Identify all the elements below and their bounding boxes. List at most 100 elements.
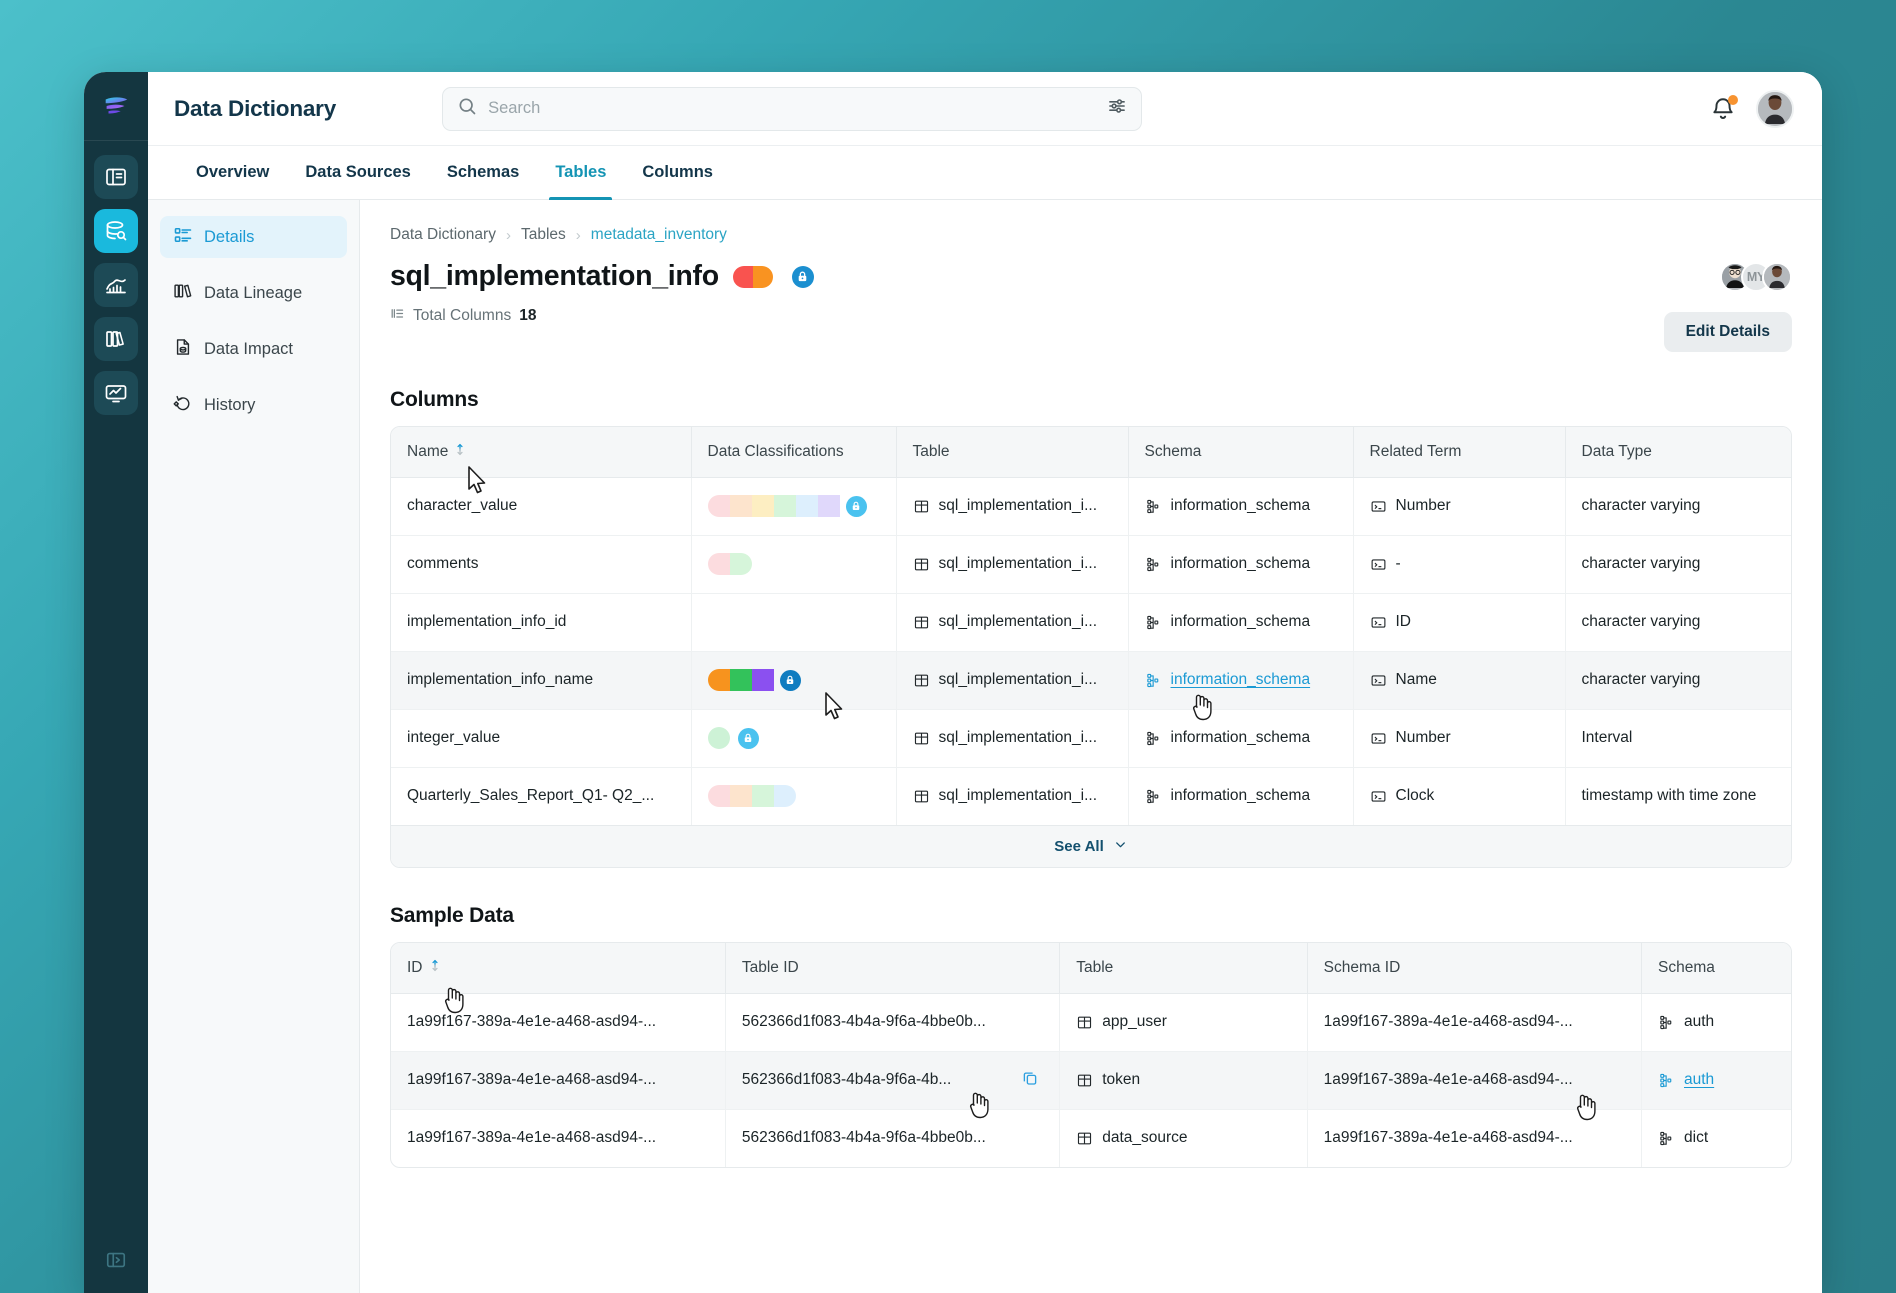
table-row[interactable]: 1a99f167-389a-4e1e-a468-asd94-... 562366… <box>391 1109 1791 1167</box>
cell-schema[interactable]: auth <box>1641 1051 1791 1110</box>
cell-text: information_schema <box>1170 497 1311 514</box>
table-icon <box>914 732 928 744</box>
cell-table: token <box>1059 1051 1308 1110</box>
schema-icon <box>1146 789 1158 803</box>
classification-chip <box>729 785 752 808</box>
column-header-table[interactable]: Table <box>1059 943 1308 994</box>
table-row[interactable]: comments sql_implementation_i... informa… <box>391 535 1791 594</box>
brand-logo-icon <box>96 86 136 126</box>
sample-data-section-title: Sample Data <box>390 904 514 927</box>
classification-chip <box>707 727 730 749</box>
cell-text: Name <box>1395 671 1437 688</box>
column-header-data-type[interactable]: Data Type <box>1565 427 1791 478</box>
column-header-schema-id[interactable]: Schema ID <box>1307 943 1643 994</box>
search-input[interactable] <box>488 99 1097 118</box>
classification-chip <box>795 495 818 517</box>
lock-icon[interactable] <box>791 265 814 288</box>
classification-chip <box>773 495 796 517</box>
tab-columns[interactable]: Columns <box>624 146 731 199</box>
breadcrumb-separator: › <box>575 226 581 244</box>
cell-data-classifications[interactable] <box>691 535 897 594</box>
column-header-id[interactable]: ID <box>391 943 726 994</box>
cell-data-classifications[interactable] <box>691 593 897 652</box>
breadcrumb: Data Dictionary › Tables › metadata_inve… <box>390 226 1792 244</box>
chevron-down-icon <box>1113 837 1128 856</box>
sample-data-table: ID Table ID Table Schema ID Schema 1a99f… <box>390 942 1792 1168</box>
table-row[interactable]: Quarterly_Sales_Report_Q1- Q2_... sql_im… <box>391 767 1791 825</box>
tab-data-sources[interactable]: Data Sources <box>287 146 428 199</box>
cell-related-term: ID <box>1353 593 1566 652</box>
cell-table: sql_implementation_i... <box>896 593 1129 652</box>
schema-icon <box>1146 557 1158 571</box>
search-bar[interactable] <box>442 86 1143 131</box>
breadcrumb-item-root[interactable]: Data Dictionary <box>390 226 496 244</box>
panel-expand-icon[interactable] <box>101 1245 131 1275</box>
cell-data-classifications[interactable] <box>691 651 897 710</box>
column-header-schema[interactable]: Schema <box>1641 943 1791 994</box>
cell-data-classifications[interactable] <box>691 767 897 825</box>
table-icon <box>914 500 928 512</box>
classification-chip <box>773 785 796 808</box>
filter-sliders-icon[interactable] <box>1107 96 1127 121</box>
table-icon <box>914 674 928 686</box>
see-all-button[interactable]: See All <box>391 825 1791 867</box>
cell-data-classifications[interactable] <box>691 477 897 536</box>
classification-pill-group[interactable] <box>732 265 773 288</box>
sidebar-item-data-lineage[interactable]: Data Lineage <box>160 272 347 314</box>
column-header-table[interactable]: Table <box>896 427 1129 478</box>
cell-schema: auth <box>1641 993 1791 1052</box>
sidebar-item-library[interactable] <box>94 317 138 361</box>
schema-icon <box>1146 673 1158 687</box>
table-row[interactable]: 1a99f167-389a-4e1e-a468-asd94-... 562366… <box>391 993 1791 1052</box>
table-row[interactable]: implementation_info_name sql_implementat… <box>391 651 1791 710</box>
cell-schema[interactable]: information_schema <box>1128 651 1354 710</box>
collaborator-avatar-3[interactable] <box>1762 262 1792 292</box>
lock-icon <box>845 495 867 517</box>
column-header-table-id[interactable]: Table ID <box>725 943 1061 994</box>
cell-schema-id: 1a99f167-389a-4e1e-a468-asd94-... <box>1307 1109 1643 1167</box>
cell-text: data_source <box>1102 1129 1188 1147</box>
column-header-related-term[interactable]: Related Term <box>1353 427 1566 478</box>
cell-table: sql_implementation_i... <box>896 535 1129 594</box>
tab-schemas[interactable]: Schemas <box>429 146 537 199</box>
sidebar-item-analytics[interactable] <box>94 263 138 307</box>
sample-table-header-row: ID Table ID Table Schema ID Schema <box>391 943 1791 994</box>
schema-link[interactable]: auth <box>1684 1071 1714 1089</box>
table-row[interactable]: character_value sql_implementation_i... … <box>391 477 1791 536</box>
classification-chip <box>751 495 774 517</box>
column-header-data-classifications[interactable]: Data Classifications <box>691 427 897 478</box>
columns-count-icon <box>390 306 405 326</box>
cell-table: sql_implementation_i... <box>896 709 1129 768</box>
cell-text: Number <box>1395 497 1451 514</box>
classification-chip <box>751 669 774 691</box>
cell-text: ID <box>1395 613 1412 630</box>
entity-meta: Total Columns 18 <box>390 306 814 326</box>
tab-overview[interactable]: Overview <box>178 146 287 199</box>
edit-details-button[interactable]: Edit Details <box>1663 312 1792 352</box>
cell-table-id: 562366d1f083-4b4a-9f6a-4bbe0b... <box>725 1109 1061 1167</box>
breadcrumb-item-tables[interactable]: Tables <box>521 226 566 244</box>
app-window: Data Dictionary Search Overview Data Sou… <box>84 72 1822 1293</box>
table-row[interactable]: 1a99f167-389a-4e1e-a468-asd94-... 562366… <box>391 1051 1791 1110</box>
sidebar-item-details[interactable]: Details <box>160 216 347 258</box>
notification-bell-icon[interactable] <box>1710 94 1738 122</box>
breadcrumb-item-current[interactable]: metadata_inventory <box>591 226 727 244</box>
table-row[interactable]: integer_value sql_implementation_i... in… <box>391 709 1791 768</box>
cell-schema: information_schema <box>1128 709 1354 768</box>
sidebar-item-glossary[interactable] <box>94 155 138 199</box>
sidebar-item-history[interactable]: History <box>160 384 347 426</box>
copy-icon[interactable] <box>1021 1069 1039 1092</box>
classification-chip <box>729 669 752 691</box>
column-header-schema[interactable]: Schema <box>1128 427 1354 478</box>
cell-data-classifications[interactable] <box>691 709 897 768</box>
collaborator-avatars[interactable]: MY <box>1720 262 1792 292</box>
tab-tables[interactable]: Tables <box>537 146 624 200</box>
user-avatar[interactable] <box>1756 89 1794 128</box>
column-header-name[interactable]: Name <box>391 427 692 478</box>
sidebar-item-data-impact[interactable]: Data Impact <box>160 328 347 370</box>
schema-link[interactable]: information_schema <box>1171 671 1311 689</box>
table-row[interactable]: implementation_info_id sql_implementatio… <box>391 593 1791 652</box>
classification-chip <box>817 495 840 517</box>
sidebar-item-data-dictionary[interactable] <box>94 209 138 253</box>
sidebar-item-dashboard[interactable] <box>94 371 138 415</box>
